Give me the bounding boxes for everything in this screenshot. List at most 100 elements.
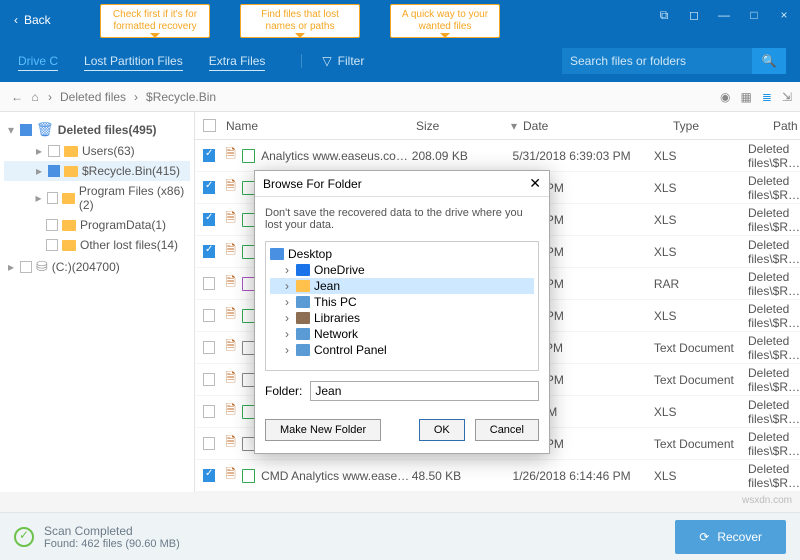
sort-desc-icon[interactable]: ▾	[511, 119, 523, 133]
folder-input[interactable]	[310, 381, 539, 401]
tab-drive-c[interactable]: Drive C	[18, 50, 58, 73]
preview-icon[interactable]: 🗎	[225, 337, 235, 359]
tab-extra-files[interactable]: Extra Files	[209, 50, 266, 73]
expand-icon[interactable]: ›	[282, 311, 292, 325]
ok-button[interactable]: OK	[419, 419, 465, 441]
preview-icon[interactable]: 🗎	[225, 273, 235, 295]
tree-network[interactable]: ›Network	[270, 326, 534, 342]
cell-path: Deleted files\$R…	[748, 174, 800, 202]
row-checkbox[interactable]	[203, 277, 215, 290]
crumb-current[interactable]: $Recycle.Bin	[146, 90, 216, 104]
folder-tree[interactable]: Desktop ›OneDrive ›Jean ›This PC ›Librar…	[265, 241, 539, 371]
tree-users[interactable]: ▸Users(63)	[4, 141, 190, 161]
nav-back-icon[interactable]: ←	[8, 90, 26, 104]
row-checkbox[interactable]	[203, 373, 215, 386]
checkbox[interactable]	[46, 239, 58, 251]
tree-control-panel[interactable]: › Control Panel	[270, 342, 534, 358]
expand-icon[interactable]: ▸	[34, 191, 43, 205]
view-grid-icon[interactable]: ▦	[741, 90, 752, 104]
tree-program-files[interactable]: ▸Program Files (x86)(2)	[4, 181, 190, 215]
row-checkbox[interactable]	[203, 309, 215, 322]
filter-icon: ▽	[322, 54, 331, 68]
maximize-icon[interactable]: □	[746, 8, 762, 23]
checkbox[interactable]	[47, 192, 58, 204]
dialog-close-icon[interactable]: ✕	[529, 175, 541, 192]
expand-icon[interactable]: ▸	[34, 164, 44, 178]
row-checkbox[interactable]	[203, 437, 215, 450]
dialog-titlebar[interactable]: Browse For Folder ✕	[255, 171, 549, 197]
tree-other-lost[interactable]: Other lost files(14)	[4, 235, 190, 255]
tree-c-drive[interactable]: ▸⛁(C:)(204700)	[4, 255, 190, 278]
checkbox[interactable]	[20, 124, 32, 136]
view-preview-icon[interactable]: ◉	[720, 90, 730, 104]
tree-jean[interactable]: ›Jean	[270, 278, 534, 294]
view-list-icon[interactable]: ≣	[762, 90, 772, 104]
row-checkbox[interactable]	[203, 245, 215, 258]
row-checkbox[interactable]	[203, 181, 215, 194]
tree-onedrive[interactable]: ›OneDrive	[270, 262, 534, 278]
preview-icon[interactable]: 🗎	[225, 401, 235, 423]
preview-icon[interactable]: 🗎	[225, 241, 235, 263]
preview-icon[interactable]: 🗎	[225, 209, 235, 231]
filter-label: Filter	[338, 54, 365, 68]
expand-icon[interactable]: ▸	[34, 144, 44, 158]
tree-program-data[interactable]: ProgramData(1)	[4, 215, 190, 235]
checkbox[interactable]	[20, 261, 32, 273]
expand-icon[interactable]: ▸	[6, 260, 16, 274]
cell-type: XLS	[654, 309, 748, 323]
win-btn-1[interactable]: ⧉	[656, 8, 672, 23]
table-row[interactable]: 🗎Analytics www.easeus.com …208.09 KB5/31…	[195, 140, 800, 172]
minimize-icon[interactable]: —	[716, 8, 732, 23]
search-button[interactable]: 🔍	[752, 48, 786, 74]
tree-recycle-bin[interactable]: ▸$Recycle.Bin(415)	[4, 161, 190, 181]
preview-icon[interactable]: 🗎	[225, 305, 235, 327]
make-new-folder-button[interactable]: Make New Folder	[265, 419, 381, 441]
table-row[interactable]: 🗎CMD Analytics www.easeus.co …48.50 KB1/…	[195, 460, 800, 492]
col-size[interactable]: Size	[416, 119, 511, 133]
tab-lost-partition[interactable]: Lost Partition Files	[84, 50, 183, 73]
row-checkbox[interactable]	[203, 405, 215, 418]
preview-icon[interactable]: 🗎	[225, 369, 235, 391]
win-btn-2[interactable]: ◻	[686, 8, 702, 23]
close-icon[interactable]: ×	[776, 8, 792, 23]
cell-size: 208.09 KB	[412, 149, 501, 163]
view-export-icon[interactable]: ⇲	[782, 90, 792, 104]
col-date[interactable]: Date	[523, 119, 673, 133]
cancel-button[interactable]: Cancel	[475, 419, 539, 441]
recover-button[interactable]: ⟳Recover	[675, 520, 786, 554]
expand-icon[interactable]: ›	[282, 327, 292, 341]
nav-home-icon[interactable]: ⌂	[26, 90, 44, 104]
crumb-root[interactable]: Deleted files	[60, 90, 126, 104]
checkbox[interactable]	[46, 219, 58, 231]
tree-libraries[interactable]: ›Libraries	[270, 310, 534, 326]
row-checkbox[interactable]	[203, 341, 215, 354]
back-button[interactable]: ‹ Back	[0, 13, 65, 27]
preview-icon[interactable]: 🗎	[225, 177, 235, 199]
preview-icon[interactable]: 🗎	[225, 433, 235, 455]
filter-button[interactable]: ▽ Filter	[301, 54, 364, 68]
select-all-checkbox[interactable]	[203, 119, 216, 132]
watermark: wsxdn.com	[742, 495, 792, 506]
scan-status-title: Scan Completed	[44, 524, 180, 538]
collapse-icon[interactable]: ▾	[6, 123, 16, 137]
checkbox[interactable]	[48, 145, 60, 157]
tree-desktop[interactable]: Desktop	[270, 246, 534, 262]
row-checkbox[interactable]	[203, 149, 215, 162]
tree-this-pc[interactable]: ›This PC	[270, 294, 534, 310]
expand-icon[interactable]: ›	[282, 295, 292, 309]
row-checkbox[interactable]	[203, 469, 215, 482]
tree-deleted-files[interactable]: ▾🗑Deleted files(495)	[4, 118, 190, 141]
col-path[interactable]: Path	[773, 119, 800, 133]
preview-icon[interactable]: 🗎	[225, 465, 235, 487]
row-checkbox[interactable]	[203, 213, 215, 226]
expand-icon[interactable]: ›	[282, 343, 292, 357]
preview-icon[interactable]: 🗎	[225, 145, 235, 167]
col-type[interactable]: Type	[673, 119, 773, 133]
search-input[interactable]	[562, 48, 752, 74]
tip-callouts: Check first if it's for formatted recove…	[100, 4, 500, 38]
col-name[interactable]: Name	[226, 119, 416, 133]
expand-icon[interactable]: ›	[282, 263, 292, 277]
expand-icon[interactable]: ›	[282, 279, 292, 293]
tree-cp-label: Control Panel	[314, 343, 387, 357]
checkbox[interactable]	[48, 165, 60, 177]
